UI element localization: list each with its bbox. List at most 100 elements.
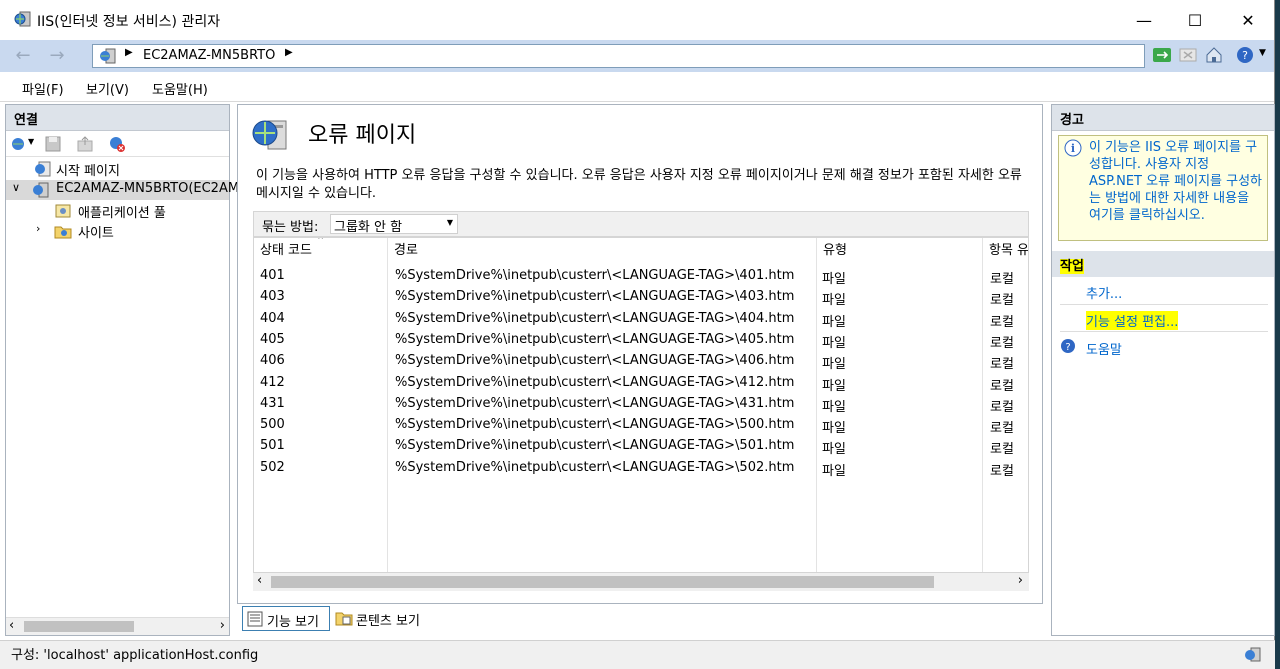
cell-type: 파일 bbox=[822, 378, 846, 394]
scroll-right-icon[interactable]: › bbox=[1018, 573, 1023, 588]
table-row[interactable]: 500 %SystemDrive%\inetpub\custerr\<LANGUA… bbox=[254, 415, 1028, 437]
maximize-button[interactable]: ☐ bbox=[1172, 8, 1218, 34]
column-path[interactable]: 경로 bbox=[388, 238, 816, 264]
dropdown-arrow-icon[interactable]: ▼ bbox=[447, 218, 453, 227]
page-description: 이 기능을 사용하여 HTTP 오류 응답을 구성할 수 있습니다. 오류 응답… bbox=[256, 168, 1022, 201]
expand-chevron-icon[interactable]: ∨ bbox=[12, 181, 20, 194]
breadcrumb-arrow-icon[interactable]: ▶ bbox=[125, 47, 133, 58]
disconnect-icon[interactable] bbox=[108, 135, 126, 153]
cell-path: %SystemDrive%\inetpub\custerr\<LANGUAGE-… bbox=[395, 395, 795, 411]
breadcrumb-server[interactable]: EC2AMAZ-MN5BRTO bbox=[143, 48, 275, 63]
window-title: IIS(인터넷 정보 서비스) 관리자 bbox=[37, 14, 221, 30]
tree-label: 시작 페이지 bbox=[56, 164, 120, 179]
connections-hscrollbar[interactable]: ‹ › bbox=[6, 617, 229, 635]
tree-item-sites[interactable]: › 사이트 bbox=[6, 221, 229, 241]
features-view-icon bbox=[247, 611, 263, 627]
cell-type: 파일 bbox=[822, 399, 846, 415]
actions-header: 작업 bbox=[1052, 251, 1274, 277]
tree-item-app-pools[interactable]: 애플리케이션 풀 bbox=[6, 201, 229, 221]
home-icon[interactable] bbox=[1204, 45, 1224, 65]
back-arrow-icon[interactable]: ← bbox=[10, 45, 36, 67]
svg-text:?: ? bbox=[1242, 49, 1248, 62]
navigation-bar: ← → ▶ EC2AMAZ-MN5BRTO ▶ ? ▼ bbox=[0, 40, 1274, 72]
cell-entry-type: 로컬 bbox=[990, 378, 1014, 394]
connect-icon[interactable] bbox=[10, 135, 28, 153]
tree-label: 사이트 bbox=[78, 226, 114, 241]
scroll-right-icon[interactable]: › bbox=[220, 618, 225, 633]
expand-chevron-icon[interactable]: › bbox=[36, 222, 40, 235]
cell-type: 파일 bbox=[822, 463, 846, 479]
address-bar[interactable]: ▶ EC2AMAZ-MN5BRTO ▶ bbox=[92, 44, 1145, 68]
cell-path: %SystemDrive%\inetpub\custerr\<LANGUAGE-… bbox=[395, 353, 795, 369]
cell-path: %SystemDrive%\inetpub\custerr\<LANGUAGE-… bbox=[395, 268, 795, 283]
table-row[interactable]: 404 %SystemDrive%\inetpub\custerr\<LANGUA… bbox=[254, 309, 1028, 330]
save-icon[interactable] bbox=[44, 135, 62, 153]
help-dropdown-icon[interactable]: ▼ bbox=[1259, 48, 1266, 58]
edit-feature-settings-action[interactable]: 기능 설정 편집... bbox=[1086, 311, 1179, 330]
minimize-button[interactable]: — bbox=[1121, 8, 1167, 34]
server-icon bbox=[100, 48, 116, 64]
column-type[interactable]: 유형 bbox=[817, 238, 982, 264]
refresh-icon[interactable] bbox=[1152, 45, 1172, 65]
grid-hscrollbar[interactable]: ‹ › bbox=[253, 573, 1029, 591]
action-divider bbox=[1060, 331, 1268, 332]
help-icon[interactable]: ? bbox=[1235, 45, 1255, 65]
svg-text:?: ? bbox=[1065, 342, 1070, 353]
cell-entry-type: 로컬 bbox=[990, 442, 1014, 458]
content-view-icon bbox=[335, 612, 353, 626]
cell-path: %SystemDrive%\inetpub\custerr\<LANGUAGE-… bbox=[395, 459, 795, 475]
table-row[interactable]: 501 %SystemDrive%\inetpub\custerr\<LANGUA… bbox=[254, 436, 1028, 458]
stop-icon[interactable] bbox=[1178, 45, 1198, 65]
help-icon[interactable]: ? bbox=[1060, 338, 1076, 354]
sort-ascending-icon: ⌃ bbox=[316, 237, 326, 247]
cell-type: 파일 bbox=[822, 421, 846, 437]
menu-view[interactable]: 보기(V) bbox=[86, 79, 129, 98]
tree-item-start-page[interactable]: 시작 페이지 bbox=[6, 159, 229, 179]
svg-text:i: i bbox=[1071, 142, 1075, 155]
action-divider bbox=[1060, 304, 1268, 305]
up-level-icon[interactable] bbox=[76, 135, 94, 153]
column-entry-type[interactable]: 항목 유형 bbox=[983, 238, 1028, 264]
group-by-select[interactable]: 그룹화 안 함 ▼ bbox=[330, 214, 458, 235]
iis-app-icon bbox=[14, 11, 31, 27]
cell-path: %SystemDrive%\inetpub\custerr\<LANGUAGE-… bbox=[395, 310, 795, 326]
menu-file[interactable]: 파일(F) bbox=[22, 79, 64, 98]
feature-pane: 오류 페이지 이 기능을 사용하여 HTTP 오류 응답을 구성할 수 있습니다… bbox=[237, 104, 1043, 604]
breadcrumb-arrow-icon[interactable]: ▶ bbox=[285, 47, 293, 58]
cell-status-code: 404 bbox=[260, 310, 285, 326]
table-row[interactable]: 401 %SystemDrive%\inetpub\custerr\<LANGUA… bbox=[254, 266, 1028, 287]
error-pages-grid: 상태 코드 ⌃ 경로 유형 항목 유형 401%SystemDrive%\ine… bbox=[253, 237, 1029, 573]
help-action[interactable]: 도움말 bbox=[1086, 339, 1122, 358]
connect-dropdown-icon[interactable]: ▼ bbox=[28, 137, 34, 146]
close-button[interactable]: ✕ bbox=[1225, 8, 1271, 34]
error-pages-icon bbox=[252, 120, 287, 150]
cell-entry-type: 로컬 bbox=[990, 463, 1014, 479]
table-row[interactable]: 405 %SystemDrive%\inetpub\custerr\<LANGUA… bbox=[254, 330, 1028, 351]
tab-features-view[interactable]: 기능 보기 bbox=[242, 606, 330, 631]
menu-help[interactable]: 도움말(H) bbox=[152, 79, 208, 98]
tree-item-server[interactable]: ∨ EC2AMAZ-MN5BRTO(EC2AMAZ-MN5BRTO\Admini… bbox=[6, 180, 424, 200]
table-row[interactable]: 431 %SystemDrive%\inetpub\custerr\<LANGUA… bbox=[254, 394, 1028, 415]
table-row[interactable]: 412 %SystemDrive%\inetpub\custerr\<LANGUA… bbox=[254, 373, 1028, 394]
cell-status-code: 412 bbox=[260, 374, 285, 390]
tab-content-view[interactable]: 콘텐츠 보기 bbox=[332, 606, 432, 631]
cell-entry-type: 로컬 bbox=[990, 293, 1014, 309]
scroll-thumb[interactable] bbox=[24, 621, 134, 632]
connections-title: 연결 bbox=[6, 105, 229, 131]
cell-type: 파일 bbox=[822, 293, 846, 309]
alert-text[interactable]: 이 기능은 IIS 오류 페이지를 구성합니다. 사용자 지정 ASP.NET … bbox=[1089, 139, 1265, 224]
connections-toolbar: ▼ bbox=[6, 131, 229, 157]
group-by-value: 그룹화 안 함 bbox=[334, 220, 403, 235]
table-row[interactable]: 502 %SystemDrive%\inetpub\custerr\<LANGUA… bbox=[254, 458, 1028, 479]
scroll-thumb[interactable] bbox=[271, 576, 934, 588]
forward-arrow-icon[interactable]: → bbox=[44, 45, 70, 67]
network-status-icon bbox=[1245, 647, 1261, 662]
add-action[interactable]: 추가... bbox=[1086, 283, 1122, 302]
scroll-left-icon[interactable]: ‹ bbox=[9, 618, 14, 633]
scroll-left-icon[interactable]: ‹ bbox=[257, 573, 262, 588]
cell-entry-type: 로컬 bbox=[990, 272, 1014, 287]
table-row[interactable]: 406 %SystemDrive%\inetpub\custerr\<LANGUA… bbox=[254, 351, 1028, 372]
alert-box[interactable]: i 이 기능은 IIS 오류 페이지를 구성합니다. 사용자 지정 ASP.NE… bbox=[1058, 135, 1268, 241]
cell-status-code: 401 bbox=[260, 268, 285, 283]
table-row[interactable]: 403 %SystemDrive%\inetpub\custerr\<LANGUA… bbox=[254, 287, 1028, 309]
